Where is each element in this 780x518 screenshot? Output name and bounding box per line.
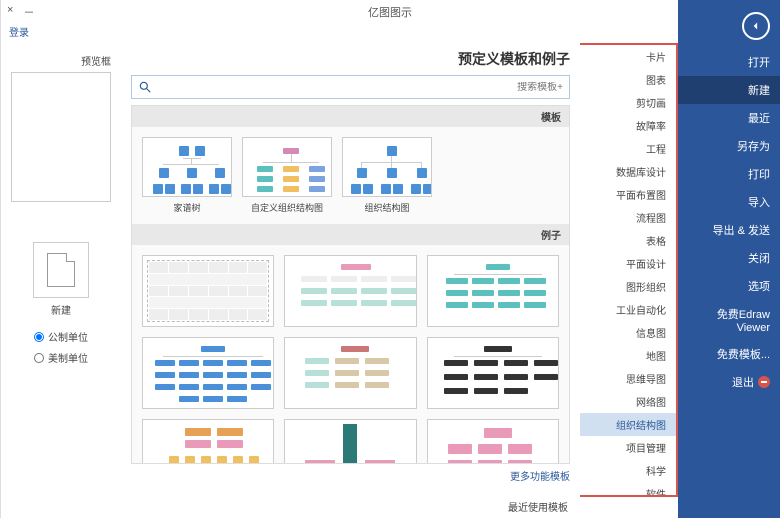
cat-database[interactable]: 数据库设计 [580, 160, 676, 183]
example-thumb[interactable] [284, 419, 416, 464]
radio-metric-label: 公制单位 [48, 329, 88, 344]
nav-exit[interactable]: 退出 [678, 368, 780, 396]
cat-orgchart[interactable]: 组织结构图 [580, 413, 676, 436]
right-panel: 预览框 新建 公制单位 美制单位 [1, 43, 121, 497]
templates-area: 预定义模板和例子 模板 [121, 43, 580, 497]
nav-print[interactable]: 打印 [678, 160, 780, 188]
template-label: 家谱树 [173, 201, 200, 214]
example-thumb[interactable] [427, 337, 559, 409]
search-icon[interactable] [138, 80, 152, 94]
template-item[interactable]: 自定义组织结构图 [242, 137, 332, 214]
template-scroll[interactable]: 模板 [131, 105, 570, 464]
unit-radio-group: 公制单位 美制单位 [34, 329, 88, 365]
window-close[interactable]: × [7, 4, 13, 20]
app-title: 亿图图示 [368, 4, 412, 20]
example-thumb[interactable] [142, 255, 274, 327]
search-bar [131, 75, 570, 99]
cat-chart[interactable]: 图表 [580, 68, 676, 91]
nav-exit-label: 退出 [732, 374, 754, 390]
example-thumb[interactable] [427, 255, 559, 327]
example-thumb[interactable] [427, 419, 559, 464]
radio-us-input[interactable] [34, 353, 44, 363]
section-examples-title: 例子 [132, 224, 569, 245]
radio-metric[interactable]: 公制单位 [34, 329, 88, 344]
new-label: 新建 [51, 302, 71, 317]
category-list: 卡片 图表 剪切画 故障率 工程 数据库设计 平面布置图 流程图 表格 平面设计… [580, 43, 678, 497]
nav-saveas[interactable]: 另存为 [678, 132, 780, 160]
cat-industrial[interactable]: 工业自动化 [580, 298, 676, 321]
recent-templates-label: 最近使用模板 [1, 497, 678, 518]
template-label: 自定义组织结构图 [251, 201, 323, 214]
search-input[interactable] [152, 82, 563, 93]
example-thumb[interactable] [284, 255, 416, 327]
cat-infographic[interactable]: 信息图 [580, 321, 676, 344]
nav-options[interactable]: 选项 [678, 272, 780, 300]
cat-table[interactable]: 表格 [580, 229, 676, 252]
cat-floorplan[interactable]: 平面布置图 [580, 183, 676, 206]
cat-project[interactable]: 项目管理 [580, 436, 676, 459]
example-thumb[interactable] [142, 337, 274, 409]
nav-free-templates[interactable]: 免费模板... [678, 340, 780, 368]
nav-recent[interactable]: 最近 [678, 104, 780, 132]
nav-import[interactable]: 导入 [678, 188, 780, 216]
cat-map[interactable]: 地图 [580, 344, 676, 367]
radio-us-label: 美制单位 [48, 350, 88, 365]
nav-export[interactable]: 导出 & 发送 [678, 216, 780, 244]
cat-network[interactable]: 网络图 [580, 390, 676, 413]
nav-close[interactable]: 关闭 [678, 244, 780, 272]
cat-clipart[interactable]: 剪切画 [580, 91, 676, 114]
cat-card[interactable]: 卡片 [580, 45, 676, 68]
cat-mindmap[interactable]: 思维导图 [580, 367, 676, 390]
cat-science[interactable]: 科学 [580, 459, 676, 482]
cat-fault[interactable]: 故障率 [580, 114, 676, 137]
left-sidebar: 打开 新建 最近 另存为 打印 导入 导出 & 发送 关闭 选项 免费Edraw… [678, 0, 780, 518]
cat-software[interactable]: 软件 [580, 482, 676, 497]
radio-us[interactable]: 美制单位 [34, 350, 88, 365]
cat-flowchart[interactable]: 流程图 [580, 206, 676, 229]
titlebar: × － 亿图图示 [1, 0, 678, 24]
new-button[interactable] [33, 242, 89, 298]
preview-box [11, 72, 111, 202]
cat-engineering[interactable]: 工程 [580, 137, 676, 160]
login-link[interactable]: 登录 [1, 24, 678, 43]
radio-metric-input[interactable] [34, 332, 44, 342]
template-item[interactable]: 组织结构图 [342, 137, 432, 214]
window-minimize[interactable]: － [23, 4, 34, 20]
back-arrow-icon[interactable] [742, 12, 770, 40]
document-icon [47, 253, 75, 287]
template-item[interactable]: 家谱树 [142, 137, 232, 214]
template-label: 组织结构图 [364, 201, 409, 214]
more-templates-link[interactable]: 更多功能模板 [131, 464, 570, 487]
exit-icon [758, 376, 770, 388]
nav-open[interactable]: 打开 [678, 48, 780, 76]
example-thumb[interactable] [284, 337, 416, 409]
cat-graphicdesign[interactable]: 平面设计 [580, 252, 676, 275]
preview-label: 预览框 [81, 53, 111, 68]
section-templates-title: 模板 [132, 106, 569, 127]
main-area: × － 亿图图示 登录 卡片 图表 剪切画 故障率 工程 数据库设计 平面布置图… [0, 0, 678, 518]
templates-header: 预定义模板和例子 [131, 43, 570, 75]
nav-viewer[interactable]: 免费Edraw Viewer [678, 300, 780, 340]
nav-new[interactable]: 新建 [678, 76, 780, 104]
example-thumb[interactable] [142, 419, 274, 464]
cat-graphorg[interactable]: 图形组织 [580, 275, 676, 298]
